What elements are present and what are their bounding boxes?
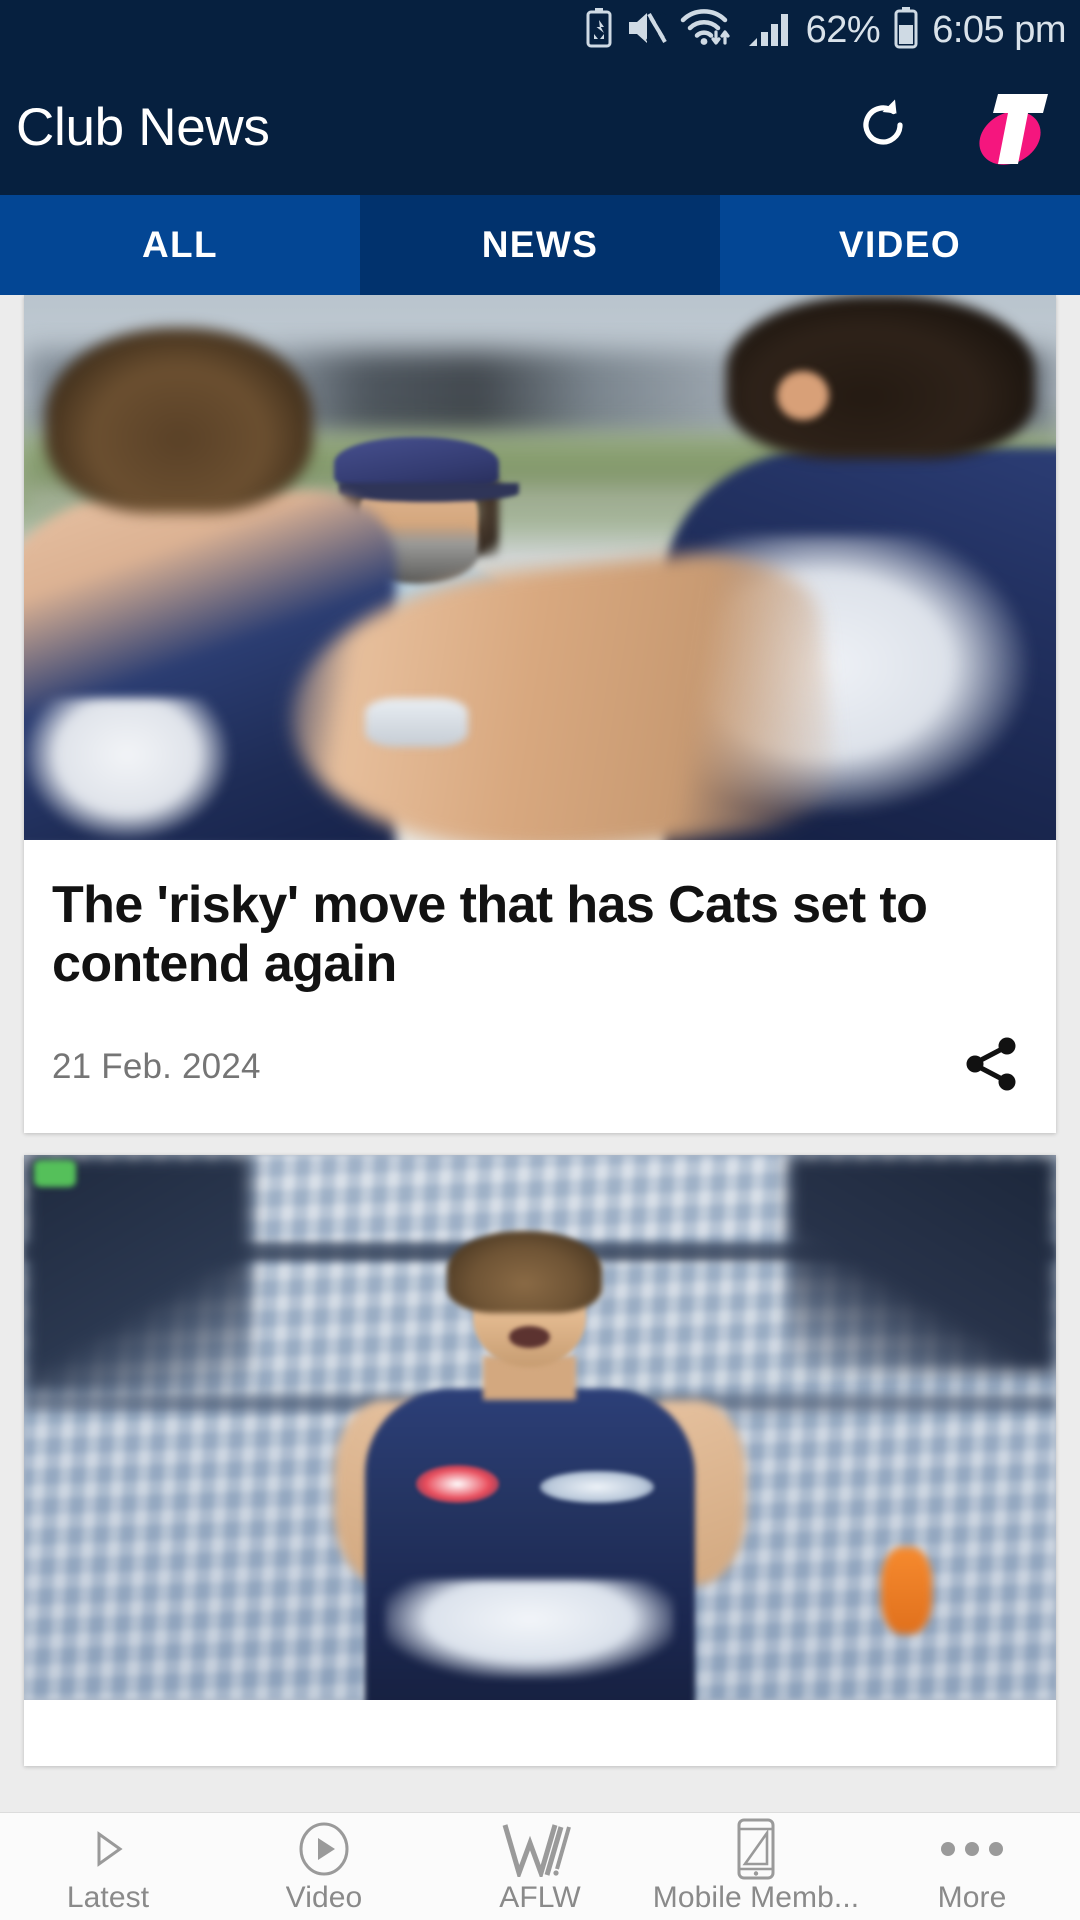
- article-date: 21 Feb. 2024: [52, 1046, 261, 1086]
- tab-all-label: ALL: [141, 224, 219, 265]
- nav-item-aflw[interactable]: AFLW: [432, 1813, 648, 1920]
- nav-label-aflw: AFLW: [499, 1880, 581, 1914]
- clock-label: 6:05 pm: [932, 8, 1066, 51]
- nav-item-video[interactable]: Video: [216, 1813, 432, 1920]
- battery-icon: [893, 6, 919, 54]
- article-card[interactable]: The 'risky' move that has Cats set to co…: [24, 295, 1056, 1133]
- article-meta: 21 Feb. 2024: [52, 1031, 1028, 1103]
- mobile-phone-icon: [733, 1818, 779, 1879]
- tab-all[interactable]: ALL: [0, 195, 360, 295]
- wifi-icon: [680, 7, 734, 54]
- nav-label-more: More: [937, 1880, 1007, 1914]
- play-circle-icon: [296, 1822, 352, 1875]
- bottom-navigation: Latest Video AFLW Mobile Memb... More: [0, 1812, 1080, 1920]
- article-image[interactable]: [24, 295, 1056, 840]
- refresh-button[interactable]: [846, 91, 920, 165]
- more-dots-icon: [937, 1823, 1007, 1875]
- status-bar: 62% 6:05 pm: [0, 0, 1080, 60]
- telstra-logo[interactable]: [968, 86, 1054, 170]
- article-title: The 'risky' move that has Cats set to co…: [52, 876, 928, 994]
- nav-item-more[interactable]: More: [864, 1813, 1080, 1920]
- tab-bar: ALL NEWS VIDEO: [0, 195, 1080, 317]
- app-bar: Club News: [0, 60, 1080, 195]
- signal-icon: [747, 8, 793, 53]
- nav-item-mobile-membership[interactable]: Mobile Memb...: [648, 1813, 864, 1920]
- share-icon: [961, 1033, 1023, 1100]
- battery-percent-label: 62%: [805, 8, 881, 51]
- share-button[interactable]: [956, 1031, 1028, 1103]
- article-body: The 'risky' move that has Cats set to co…: [24, 840, 1056, 1133]
- play-outline-icon: [86, 1823, 130, 1875]
- nav-label-latest: Latest: [66, 1880, 150, 1914]
- nav-label-mobile-membership: Mobile Memb...: [652, 1880, 860, 1914]
- mute-icon: [625, 8, 668, 53]
- article-card[interactable]: [24, 1154, 1056, 1766]
- news-feed[interactable]: The 'risky' move that has Cats set to co…: [0, 295, 1080, 1812]
- app-root: 62% 6:05 pm Club News ALL NEWS VIDEO The…: [0, 0, 1080, 1920]
- refresh-icon: [851, 93, 915, 162]
- nav-label-video: Video: [285, 1880, 363, 1914]
- battery-saver-icon: [586, 7, 612, 53]
- page-title: Club News: [16, 98, 270, 157]
- nav-item-latest[interactable]: Latest: [0, 1813, 216, 1920]
- app-bar-actions: [846, 86, 1054, 170]
- status-bar-icons: 62% 6:05 pm: [586, 6, 1066, 54]
- article-image[interactable]: [24, 1154, 1056, 1700]
- tab-news-label: NEWS: [481, 224, 599, 265]
- tab-video[interactable]: VIDEO: [720, 195, 1080, 295]
- article-body: [24, 1700, 1056, 1766]
- tab-video-label: VIDEO: [838, 224, 962, 265]
- tab-news[interactable]: NEWS: [360, 195, 720, 317]
- aflw-icon: [499, 1823, 581, 1877]
